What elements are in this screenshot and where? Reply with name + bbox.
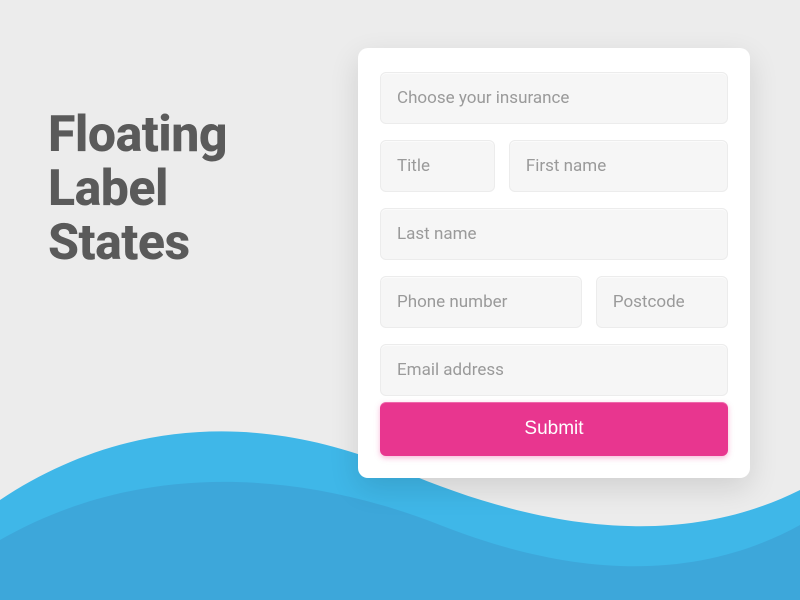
title-field[interactable]: Title (380, 140, 495, 192)
first-name-placeholder: First name (526, 156, 606, 176)
submit-button[interactable]: Submit (380, 402, 728, 456)
postcode-field[interactable]: Postcode (596, 276, 728, 328)
page-title: Floating Label States (48, 108, 227, 270)
form-card: Choose your insurance Title First name L… (358, 48, 750, 478)
postcode-placeholder: Postcode (613, 292, 685, 312)
insurance-placeholder: Choose your insurance (397, 88, 569, 108)
phone-field[interactable]: Phone number (380, 276, 582, 328)
email-field[interactable]: Email address (380, 344, 728, 396)
phone-placeholder: Phone number (397, 292, 507, 312)
title-placeholder: Title (397, 156, 430, 176)
email-placeholder: Email address (397, 360, 504, 380)
page-title-line2: Label (48, 162, 227, 216)
page-title-line1: Floating (48, 108, 227, 162)
last-name-placeholder: Last name (397, 224, 477, 244)
page-title-line3: States (48, 216, 227, 270)
first-name-field[interactable]: First name (509, 140, 728, 192)
insurance-select[interactable]: Choose your insurance (380, 72, 728, 124)
last-name-field[interactable]: Last name (380, 208, 728, 260)
